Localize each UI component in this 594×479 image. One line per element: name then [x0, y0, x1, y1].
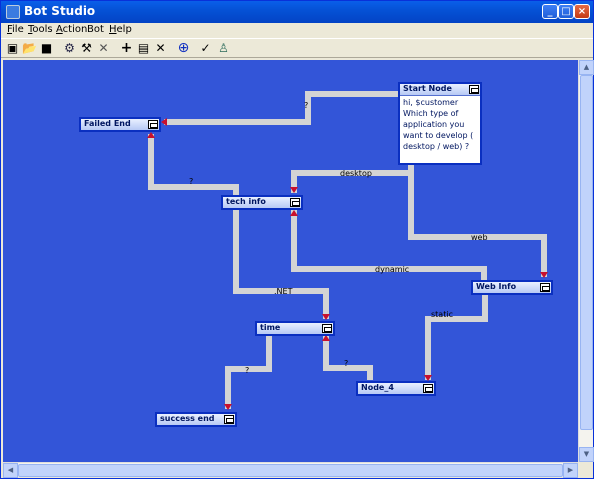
menu-help[interactable]: Help [109, 24, 132, 35]
node-time[interactable]: time [255, 321, 335, 336]
node-header[interactable]: tech info [223, 197, 301, 208]
document-icon[interactable]: ▤ [136, 41, 151, 56]
node-expand-icon[interactable] [148, 120, 158, 129]
scroll-down-icon[interactable]: ▼ [579, 447, 594, 462]
connector-start-failed[interactable] [164, 91, 400, 125]
node-header[interactable]: Start Node [400, 84, 480, 96]
horizontal-scrollbar[interactable]: ◀ ▶ [3, 462, 578, 478]
open-folder-icon[interactable]: 📂 [22, 41, 37, 56]
label-static: static [431, 310, 453, 319]
user-icon[interactable]: ♙ [216, 41, 231, 56]
flow-canvas[interactable]: ? ? desktop web dynamic .NET static ? ? … [3, 60, 578, 462]
resize-grip-icon[interactable] [578, 462, 593, 477]
app-window: Bot Studio _ □ × File Tools Action Bot H… [0, 0, 594, 479]
node-title: Node_4 [361, 383, 394, 392]
new-window-icon[interactable]: ▣ [5, 41, 20, 56]
label-desktop: desktop [340, 169, 372, 178]
window-title: Bot Studio [24, 4, 96, 18]
tools-icon[interactable]: ⚒ [79, 41, 94, 56]
toolbar: ▣ 📂 ■ ⚙ ⚒ ✕ + ▤ ✕ ⊕ ✓ ♙ [1, 38, 593, 58]
connector-time-success[interactable] [225, 328, 293, 409]
menu-bar: File Tools Action Bot Help [1, 23, 593, 38]
node-expand-icon[interactable] [423, 384, 433, 393]
node-header[interactable]: Node_4 [358, 383, 434, 394]
node-failed-end[interactable]: Failed End [79, 117, 161, 132]
node-expand-icon[interactable] [322, 324, 332, 333]
vertical-scroll-thumb[interactable] [580, 75, 593, 430]
menu-tools[interactable]: Tools [28, 24, 53, 35]
node-title: Failed End [84, 119, 131, 128]
label-failed-tech: ? [189, 177, 193, 186]
horizontal-scroll-thumb[interactable] [18, 464, 563, 477]
node-expand-icon[interactable] [540, 283, 550, 292]
node-expand-icon[interactable] [469, 85, 479, 94]
label-start-failed: ? [304, 101, 308, 110]
node-web-info[interactable]: Web Info [471, 280, 553, 295]
label-web: web [471, 233, 488, 242]
connector-start-web[interactable] [408, 165, 547, 277]
node-header[interactable]: time [257, 323, 333, 334]
node-success-end[interactable]: success end [155, 412, 237, 427]
node-message: hi, $customer Which type of application … [403, 98, 474, 151]
label-net: .NET [274, 287, 293, 296]
maximize-button[interactable]: □ [558, 4, 574, 19]
node-title: tech info [226, 197, 266, 206]
connector-time-node4[interactable] [323, 336, 373, 380]
scroll-right-icon[interactable]: ▶ [563, 463, 578, 478]
node-title: Start Node [403, 84, 452, 93]
connector-static[interactable] [425, 294, 488, 380]
close-button[interactable]: × [574, 4, 590, 19]
node-expand-icon[interactable] [224, 415, 234, 424]
node-node-4[interactable]: Node_4 [356, 381, 436, 396]
app-icon [6, 5, 20, 19]
node-tech-info[interactable]: tech info [221, 195, 303, 210]
minimize-button[interactable]: _ [542, 4, 558, 19]
label-time-success: ? [245, 366, 249, 375]
menu-file[interactable]: File [7, 24, 24, 35]
connect-nodes-icon[interactable]: ⚙ [62, 41, 77, 56]
vertical-scrollbar[interactable]: ▲ ▼ [578, 60, 594, 462]
save-disk-icon[interactable]: ■ [39, 41, 54, 56]
remove-icon[interactable]: ✕ [153, 41, 168, 56]
title-bar[interactable]: Bot Studio _ □ × [1, 1, 593, 23]
menu-bot[interactable]: Bot [87, 24, 104, 35]
label-dynamic: dynamic [375, 265, 409, 274]
node-title: success end [160, 414, 215, 423]
scroll-left-icon[interactable]: ◀ [3, 463, 18, 478]
menu-action[interactable]: Action [56, 24, 87, 35]
node-title: Web Info [476, 282, 517, 291]
node-header[interactable]: success end [157, 414, 235, 425]
connector-failed-tech[interactable] [148, 134, 239, 195]
node-header[interactable]: Web Info [473, 282, 551, 293]
label-time-node4: ? [344, 359, 348, 368]
connector-net[interactable] [233, 210, 329, 319]
node-start[interactable]: Start Node hi, $customer Which type of a… [398, 82, 482, 165]
delete-x-icon[interactable]: ✕ [96, 41, 111, 56]
node-title: time [260, 323, 281, 332]
node-header[interactable]: Failed End [81, 119, 159, 130]
add-node-icon[interactable]: + [119, 41, 134, 56]
scroll-up-icon[interactable]: ▲ [579, 60, 594, 75]
node-expand-icon[interactable] [290, 198, 300, 207]
add-circle-icon[interactable]: ⊕ [176, 41, 191, 56]
check-icon[interactable]: ✓ [198, 41, 213, 56]
